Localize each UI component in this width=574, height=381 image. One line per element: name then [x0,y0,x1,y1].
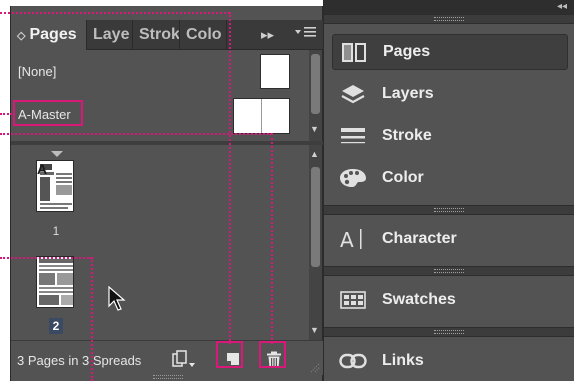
tab-stroke[interactable]: Strok [133,20,180,50]
tab-layers[interactable]: Laye [87,20,133,50]
tab-color[interactable]: Colo [180,20,227,50]
spread-count-status: 3 Pages in 3 Spreads [17,353,142,368]
callout-guide-master-row [0,133,272,135]
highlight-new-page-button [216,341,243,368]
tab-layers-label: Laye [93,26,130,43]
master-a-thumbnail[interactable] [233,98,290,134]
dock-item-swatches[interactable]: Swatches [332,282,568,318]
master-none[interactable]: [None] [18,64,56,79]
dock-group-gripper-4[interactable] [324,327,574,337]
pages-scroll-down-arrow-icon[interactable]: ▼ [310,325,319,335]
dock-item-links[interactable]: Links [332,343,568,379]
masters-scrollbar[interactable]: ▼ [309,50,322,141]
tab-color-label: Colo [186,26,222,43]
dock-item-pages[interactable]: Pages [332,34,568,70]
color-icon [338,167,368,189]
resize-grip-icon[interactable] [309,361,321,373]
dock-item-color-label: Color [382,169,424,186]
panel-menu-icon[interactable] [295,20,317,50]
current-spread-indicator-icon [51,151,63,157]
callout-guide-top [0,12,230,14]
dock-item-character-label: Character [382,230,457,247]
dock-item-pages-label: Pages [383,43,431,60]
page-2-number-label: 2 [48,318,64,334]
tab-pages-label: Pages [29,26,77,43]
panel-dock: ◂◂ Pages Layers Stroke Color A Character [323,0,574,381]
dock-item-color[interactable]: Color [332,160,568,196]
pages-icon [339,41,369,63]
svg-text:A: A [340,228,354,251]
pages-scrollbar[interactable]: ▲ ▼ [309,145,322,340]
scroll-up-arrow-icon[interactable]: ▲ [310,149,319,159]
callout-guide-page-vertical [91,257,93,381]
callout-guide-delete [271,133,273,344]
scroll-down-arrow-icon[interactable]: ▼ [310,124,319,134]
dock-item-swatches-label: Swatches [382,291,456,308]
dock-item-stroke[interactable]: Stroke [332,118,568,154]
panel-bottom-gripper[interactable] [153,375,183,379]
dock-group-gripper[interactable] [324,14,574,24]
dock-item-character[interactable]: A Character [332,221,568,257]
layers-icon [338,83,368,105]
collapse-chevron-icon[interactable]: ◇ [17,30,25,42]
dock-header: ◂◂ [324,0,574,14]
page-2-number: 2 [36,318,76,334]
page-2-thumbnail[interactable] [36,256,74,308]
dock-item-stroke-label: Stroke [382,127,432,144]
highlight-delete-page-button [259,341,286,368]
callout-guide-page [0,257,92,259]
masters-section: [None] A-Master [11,50,311,141]
masters-scroll-thumb[interactable] [311,54,320,114]
callout-guide-new-page [229,12,231,344]
pages-panel: ◇ Pages Laye Strok Colo ▸▸ [None] A-Maste… [10,6,324,381]
master-none-thumbnail[interactable] [260,54,290,89]
mouse-pointer-icon [108,286,126,311]
links-icon [338,352,368,370]
tab-stroke-label: Strok [139,26,180,43]
panel-tab-bar: ◇ Pages Laye Strok Colo ▸▸ [11,20,324,51]
dock-item-layers-label: Layers [382,85,434,102]
callout-guide-master-label [0,113,12,115]
dock-item-links-label: Links [382,352,424,369]
dock-group-gripper-3[interactable] [324,266,574,276]
stroke-icon [338,125,368,147]
swatches-icon [338,290,368,310]
dock-group-gripper-2[interactable] [324,205,574,215]
pages-section: A 1 2 [11,145,311,340]
more-tabs-icon[interactable]: ▸▸ [261,20,274,50]
pages-scroll-thumb[interactable] [311,167,320,267]
page-1-number: 1 [52,224,60,238]
edit-page-size-icon [172,350,195,367]
page-1-master-prefix: A [37,161,48,177]
highlight-a-master [13,100,83,126]
collapse-dock-icon[interactable]: ◂◂ [557,0,567,14]
dock-item-layers[interactable]: Layers [332,76,568,112]
edit-page-size-button[interactable] [171,348,195,370]
character-icon: A [338,227,368,251]
tab-pages[interactable]: ◇ Pages [11,20,87,51]
